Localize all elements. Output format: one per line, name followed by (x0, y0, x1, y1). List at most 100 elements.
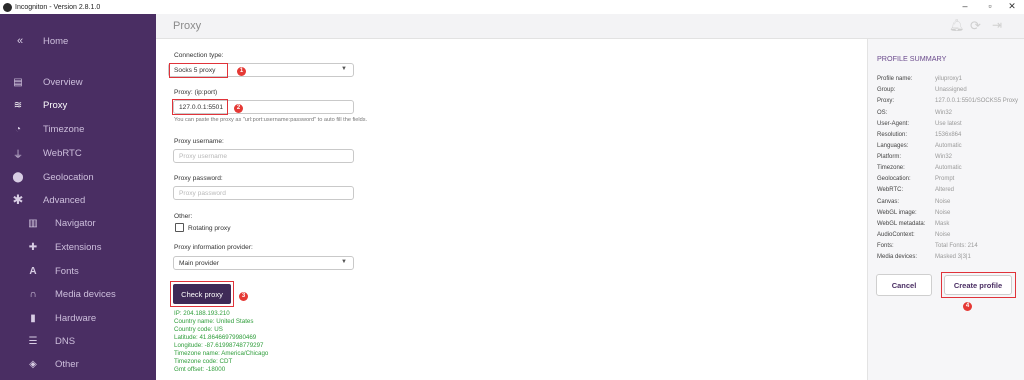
result-line: Timezone code: CDT (174, 358, 233, 365)
sidebar-item-home[interactable]: « Home (0, 31, 156, 51)
sidebar-item-proxy[interactable]: ≋ Proxy (0, 95, 156, 115)
sidebar-item-label: Home (43, 35, 69, 47)
provider-value: Main provider (179, 259, 219, 267)
sidebar-item-label: Overview (43, 76, 83, 88)
check-proxy-button[interactable]: Check proxy (173, 284, 231, 304)
rotating-proxy-label: Rotating proxy (188, 225, 231, 232)
annotation-badge-3: 3 (239, 292, 248, 301)
summary-key: AudioContext: (877, 232, 915, 238)
sidebar-item-label: Other (55, 358, 79, 370)
connection-type-label: Connection type: (174, 52, 224, 59)
sidebar-item-label: Hardware (55, 312, 97, 324)
summary-title: PROFILE SUMMARY (877, 54, 947, 63)
title-bar: Incogniton - Version 2.8.1.0 – ▫ ✕ (0, 0, 1024, 14)
summary-value: Masked 3|3|1 (935, 254, 971, 260)
summary-value: Total Fonts: 214 (935, 243, 978, 249)
sidebar-item-dns[interactable]: ☰ DNS (0, 331, 156, 351)
summary-key: Media devices: (877, 254, 918, 260)
asterisk-icon: ✱ (12, 192, 24, 207)
password-input[interactable]: Proxy password (173, 186, 354, 200)
sidebar-item-label: Advanced (43, 194, 86, 206)
summary-value: Mask (935, 221, 950, 227)
summary-key: Proxy: (877, 98, 895, 104)
minimize-button[interactable]: – (955, 1, 975, 11)
wifi-icon: ≋ (13, 99, 23, 111)
profile-summary-panel: PROFILE SUMMARY Profile name: yiluproxy1… (867, 39, 1024, 380)
bell-icon[interactable]: 🔔︎ (949, 18, 964, 32)
location-pin-icon: ⬤ (12, 171, 24, 183)
window-title: Incogniton - Version 2.8.1.0 (15, 3, 101, 11)
page-title: Proxy (173, 20, 202, 32)
annotation-badge-1: 1 (237, 67, 246, 76)
headphones-icon: ∩ (29, 288, 37, 300)
sidebar-item-label: Proxy (43, 99, 68, 111)
annotation-badge-4: 4 (963, 302, 972, 311)
summary-key: WebGL metadata: (877, 221, 926, 227)
logout-icon[interactable]: ⇥ (992, 18, 1002, 32)
sidebar-item-advanced[interactable]: ✱ Advanced (0, 190, 156, 210)
collapse-icon[interactable]: « (13, 35, 27, 47)
summary-key: WebRTC: (877, 187, 904, 193)
provider-label: Proxy information provider: (174, 244, 253, 251)
page-header: Proxy 🔔︎ ⟳ ⇥ (156, 14, 1024, 39)
summary-key: Geolocation: (877, 176, 911, 182)
sidebar-item-media-devices[interactable]: ∩ Media devices (0, 284, 156, 304)
proxy-label: Proxy: (ip:port) (174, 89, 218, 96)
summary-value: Use latest (935, 121, 962, 127)
summary-value: Win32 (935, 154, 953, 160)
sidebar-item-timezone[interactable]: ◔ Timezone (0, 119, 156, 139)
create-profile-button[interactable]: Create profile (944, 275, 1012, 295)
dns-icon: ☰ (28, 335, 38, 347)
summary-value: 127.0.0.1:5501/SOCKS5 Proxy (935, 98, 1019, 104)
summary-value: Noise (935, 199, 951, 205)
summary-value: Prompt (935, 176, 955, 182)
puzzle-icon: ✚ (28, 241, 38, 253)
sidebar-item-extensions[interactable]: ✚ Extensions (0, 237, 156, 257)
result-line: Gmt offset: -18000 (174, 366, 226, 373)
sidebar: « Home ▤ Overview ≋ Proxy ◔ Timezone ⏚ W… (0, 14, 156, 380)
sidebar-item-geolocation[interactable]: ⬤ Geolocation (0, 167, 156, 187)
result-line: Latitude: 41.86466979980469 (174, 334, 257, 341)
sidebar-item-hardware[interactable]: ▮ Hardware (0, 308, 156, 328)
annotation-box-1 (169, 63, 228, 78)
chevron-down-icon: ▼ (341, 259, 347, 265)
rotating-proxy-checkbox[interactable] (175, 223, 184, 232)
summary-key: Group: (877, 87, 896, 93)
close-window-button[interactable]: ✕ (1002, 1, 1022, 12)
overview-icon: ▤ (13, 76, 23, 88)
refresh-icon[interactable]: ⟳ (970, 18, 981, 34)
plug-icon: ⏚ (13, 149, 23, 161)
summary-key: Fonts: (877, 243, 894, 249)
summary-value: Automatic (935, 165, 962, 171)
app-logo-icon (3, 2, 12, 12)
memory-icon: ▮ (30, 312, 36, 324)
sidebar-item-label: Extensions (55, 241, 102, 253)
summary-key: WebGL image: (877, 210, 917, 216)
sidebar-item-label: Geolocation (43, 171, 94, 183)
sidebar-item-other[interactable]: ◈ Other (0, 354, 156, 374)
sidebar-item-fonts[interactable]: A Fonts (0, 261, 156, 281)
sidebar-item-webrtc[interactable]: ⏚ WebRTC (0, 143, 156, 163)
summary-key: User-Agent: (877, 121, 910, 127)
result-line: Timezone name: America/Chicago (174, 350, 269, 357)
sidebar-item-overview[interactable]: ▤ Overview (0, 72, 156, 92)
summary-key: Timezone: (877, 165, 905, 171)
result-line: Longitude: -87.61998748779297 (174, 342, 264, 349)
summary-value: 1536x864 (935, 132, 962, 138)
clock-icon: ◔ (14, 123, 22, 135)
sidebar-item-label: Timezone (43, 123, 85, 135)
summary-value: yiluproxy1 (935, 76, 963, 82)
username-input[interactable]: Proxy username (173, 149, 354, 163)
maximize-button[interactable]: ▫ (980, 1, 1000, 11)
summary-value: Unassigned (935, 87, 967, 93)
summary-value: Noise (935, 232, 951, 238)
summary-key: Profile name: (877, 76, 913, 82)
proxy-hint: You can paste the proxy as "url:port:use… (174, 117, 368, 123)
sidebar-item-navigator[interactable]: ▥ Navigator (0, 213, 156, 233)
password-placeholder: Proxy password (179, 189, 226, 197)
summary-value: Win32 (935, 110, 953, 116)
annotation-box-2 (172, 99, 228, 115)
provider-select[interactable]: Main provider ▼ (173, 256, 354, 270)
cancel-button[interactable]: Cancel (876, 274, 932, 296)
result-line: Country name: United States (174, 318, 254, 325)
